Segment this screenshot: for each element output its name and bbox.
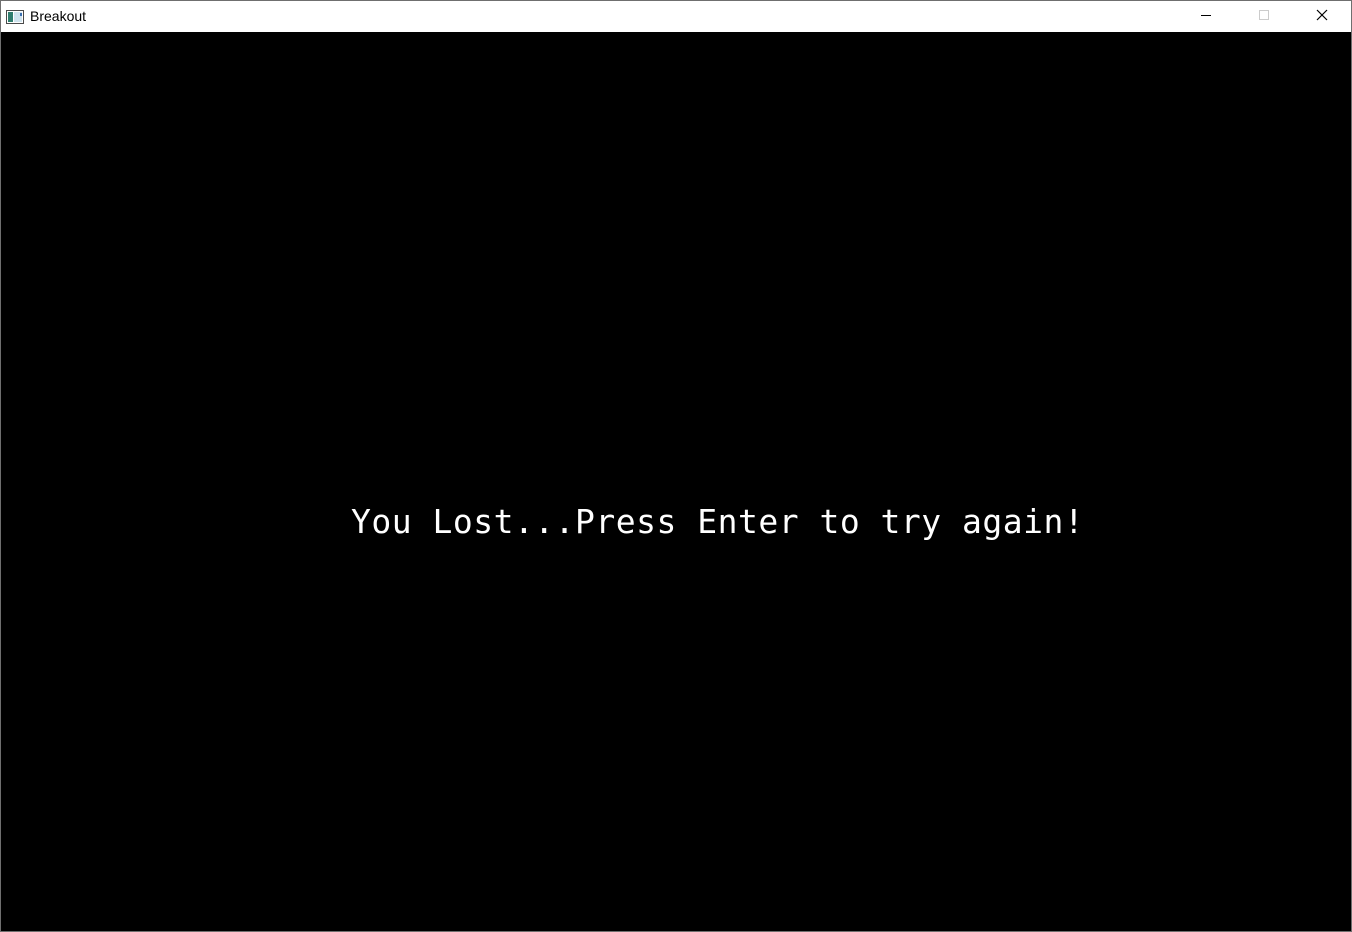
game-canvas[interactable]: You Lost...Press Enter to try again! — [1, 32, 1351, 931]
close-button[interactable] — [1293, 1, 1351, 32]
minimize-icon — [1200, 8, 1212, 26]
minimize-button[interactable] — [1177, 1, 1235, 32]
app-window-icon — [6, 9, 24, 24]
title-bar[interactable]: Breakout — [1, 1, 1351, 32]
game-over-message: You Lost...Press Enter to try again! — [351, 502, 1085, 541]
maximize-button[interactable] — [1235, 1, 1293, 32]
window-title: Breakout — [30, 8, 87, 24]
close-icon — [1316, 8, 1328, 26]
window-controls — [1177, 1, 1351, 32]
game-window: Breakout You Lost...Press Enter to try a… — [0, 0, 1352, 932]
maximize-icon — [1258, 8, 1270, 26]
